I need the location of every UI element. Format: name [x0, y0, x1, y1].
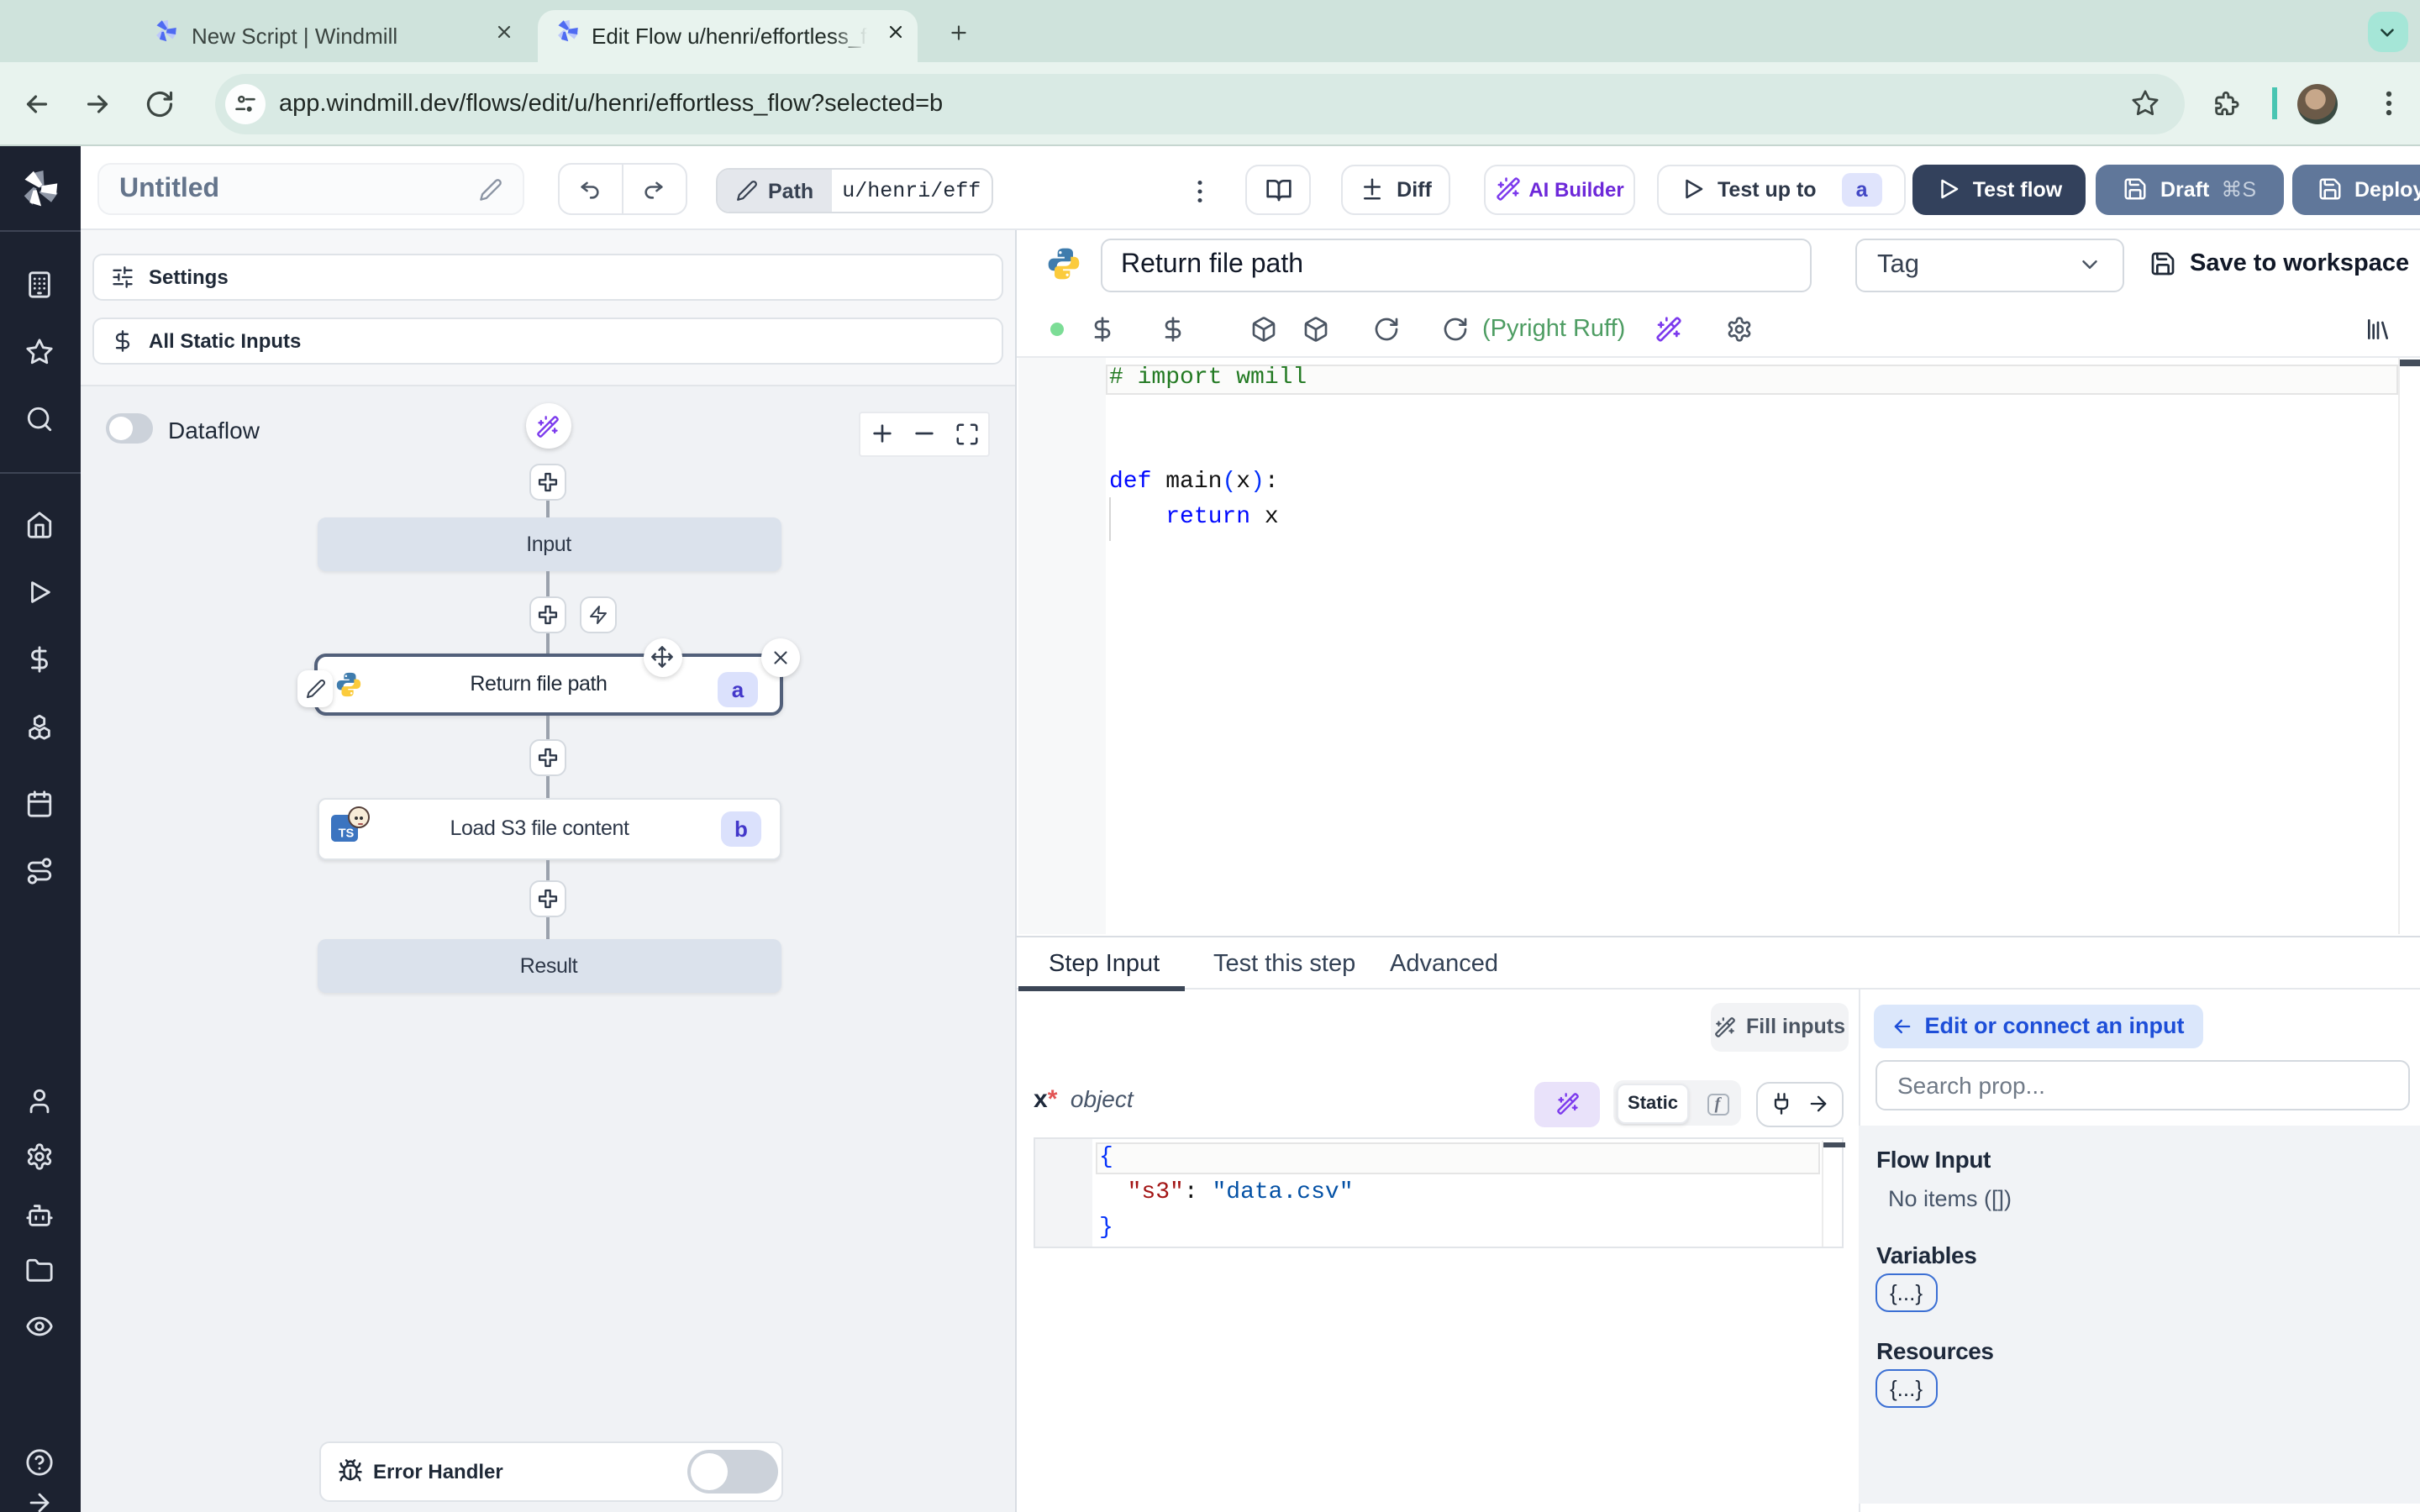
svg-text:TS: TS [339, 827, 355, 841]
